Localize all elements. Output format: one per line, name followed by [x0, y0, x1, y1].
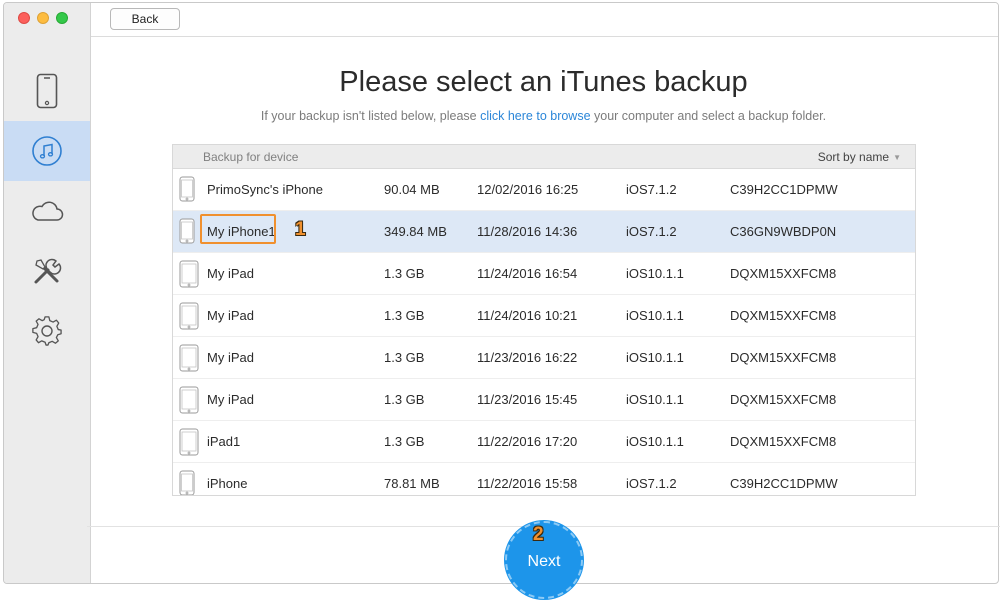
next-button[interactable]: Next: [505, 521, 583, 599]
serial-number: DQXM15XXFCM8: [730, 308, 837, 323]
cloud-icon: [30, 200, 64, 222]
music-note-icon: [31, 135, 63, 167]
ipad-icon: [179, 344, 199, 375]
gear-icon: [31, 315, 63, 347]
ios-version: iOS10.1.1: [626, 434, 684, 449]
backup-size: 1.3 GB: [384, 308, 425, 323]
subtitle-text-before: If your backup isn't listed below, pleas…: [260, 109, 481, 123]
browse-link[interactable]: click here to browse: [480, 109, 590, 123]
device-name: My iPad: [207, 308, 254, 323]
window-controls: [18, 12, 68, 24]
sidebar-item-itunes[interactable]: [4, 121, 90, 181]
backup-size: 349.84 MB: [384, 224, 447, 239]
ios-version: iOS7.1.2: [626, 224, 677, 239]
serial-number: DQXM15XXFCM8: [730, 392, 837, 407]
device-name: My iPad: [207, 266, 254, 281]
sidebar-item-tools[interactable]: [4, 241, 90, 301]
maximize-window-button[interactable]: [56, 12, 68, 24]
table-row[interactable]: My iPad 1.3 GB 11/24/2016 16:54 iOS10.1.1 DQ…: [173, 253, 915, 295]
backup-date: 11/22/2016 15:58: [477, 476, 578, 491]
backup-table: Backup for device Sort by name ▼ PrimoSyn…: [172, 144, 916, 496]
ipad-icon: [179, 302, 199, 333]
page-title: Please select an iTunes backup: [339, 66, 748, 98]
sidebar-item-device[interactable]: [4, 61, 90, 121]
device-name: PrimoSync's iPhone: [207, 182, 323, 197]
sort-label: Sort by name: [817, 150, 890, 164]
backup-date: 11/23/2016 16:22: [477, 350, 578, 365]
tools-icon: [32, 256, 62, 286]
ios-version: iOS10.1.1: [626, 392, 684, 407]
ios-version: iOS7.1.2: [626, 476, 677, 491]
table-row[interactable]: iPhone 78.81 MB 11/22/2016 15:58 iOS7.1.2 C3…: [173, 463, 915, 495]
backup-size: 78.81 MB: [384, 476, 440, 491]
step-badge-1: 1: [295, 219, 306, 240]
serial-number: DQXM15XXFCM8: [730, 434, 837, 449]
sidebar-item-settings[interactable]: [4, 301, 90, 361]
backup-size: 90.04 MB: [384, 182, 440, 197]
table-row[interactable]: My iPad 1.3 GB 11/23/2016 16:22 iOS10.1.1 DQ…: [173, 337, 915, 379]
iphone-icon: [179, 218, 195, 247]
serial-number: C39H2CC1DPMW: [730, 476, 838, 491]
sidebar-item-icloud[interactable]: [4, 181, 90, 241]
backup-size: 1.3 GB: [384, 350, 425, 365]
backup-date: 12/02/2016 16:25: [477, 182, 579, 197]
page-subtitle: If your backup isn't listed below, pleas…: [87, 109, 1000, 123]
selection-highlight-box: [200, 214, 276, 244]
toolbar: Back: [91, 3, 998, 37]
ipad-icon: [179, 386, 199, 417]
ios-version: iOS10.1.1: [626, 266, 684, 281]
device-name: iPad1: [207, 434, 241, 449]
serial-number: DQXM15XXFCM8: [730, 266, 837, 281]
device-name: iPhone: [207, 476, 248, 491]
device-name: My iPad: [207, 392, 254, 407]
serial-number: DQXM15XXFCM8: [730, 350, 837, 365]
step-badge-2: 2: [533, 524, 544, 545]
minimize-window-button[interactable]: [37, 12, 49, 24]
table-row[interactable]: My iPad 1.3 GB 11/24/2016 10:21 iOS10.1.1 DQ…: [173, 295, 915, 337]
chevron-down-icon: ▼: [893, 153, 901, 162]
close-window-button[interactable]: [18, 12, 30, 24]
ios-version: iOS10.1.1: [626, 308, 684, 323]
backup-date: 11/24/2016 16:54: [477, 266, 578, 281]
iphone-icon: [36, 73, 58, 109]
backup-size: 1.3 GB: [384, 434, 425, 449]
back-button[interactable]: Back: [110, 8, 180, 30]
device-name: My iPad: [207, 350, 254, 365]
backup-date: 11/23/2016 15:45: [477, 392, 578, 407]
table-body: PrimoSync's iPhone 90.04 MB 12/02/2016 16:…: [173, 169, 915, 495]
backup-size: 1.3 GB: [384, 392, 425, 407]
ipad-icon: [179, 428, 199, 459]
subtitle-text-after: your computer and select a backup folder…: [590, 109, 827, 123]
serial-number: C39H2CC1DPMW: [730, 182, 838, 197]
sort-dropdown[interactable]: Sort by name ▼: [818, 150, 901, 164]
iphone-icon: [179, 470, 195, 495]
table-row[interactable]: My iPhone1 349.84 MB 11/28/2016 14:36 iOS7.…: [173, 211, 915, 253]
sidebar: [4, 3, 91, 583]
table-header: Backup for device Sort by name ▼: [173, 145, 915, 169]
table-row[interactable]: My iPad 1.3 GB 11/23/2016 15:45 iOS10.1.1 DQ…: [173, 379, 915, 421]
backup-date: 11/28/2016 14:36: [477, 224, 578, 239]
table-row[interactable]: PrimoSync's iPhone 90.04 MB 12/02/2016 16:…: [173, 169, 915, 211]
backup-date: 11/24/2016 10:21: [477, 308, 578, 323]
backup-date: 11/22/2016 17:20: [477, 434, 578, 449]
backup-size: 1.3 GB: [384, 266, 425, 281]
ios-version: iOS10.1.1: [626, 350, 684, 365]
iphone-icon: [179, 176, 195, 205]
next-button-label: Next: [527, 553, 561, 570]
column-header-device: Backup for device: [203, 150, 299, 164]
ipad-icon: [179, 260, 199, 291]
serial-number: C36GN9WBDP0N: [730, 224, 837, 239]
ios-version: iOS7.1.2: [626, 182, 677, 197]
table-row[interactable]: iPad1 1.3 GB 11/22/2016 17:20 iOS10.1.1 DQXM…: [173, 421, 915, 463]
